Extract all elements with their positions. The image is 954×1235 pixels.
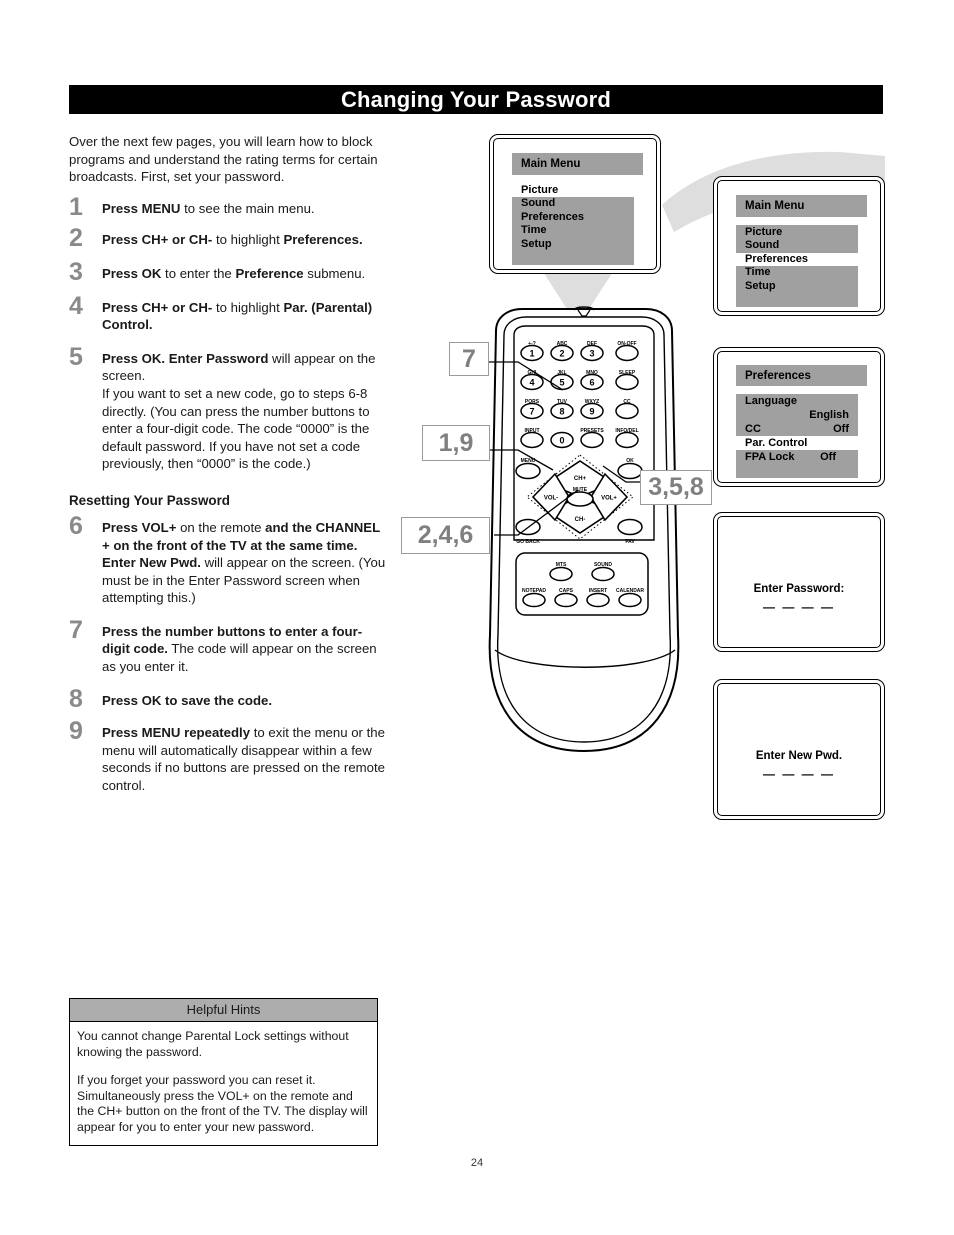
step-2: 2 Press CH+ or CH- to highlight Preferen…	[69, 226, 387, 251]
osd-item-time[interactable]: Time	[736, 266, 858, 279]
hint-paragraph-2: If you forget your password you can rese…	[77, 1073, 368, 1134]
osd-item-picture[interactable]: Picture	[736, 226, 858, 239]
step-text: Press CH+ or CH- to highlight Par. (Pare…	[102, 299, 373, 333]
enter-password-prompt: Enter Password:	[753, 583, 845, 595]
osd-title-main-menu: Main Menu	[736, 195, 867, 217]
tv-screen-area: Enter Password: — — — —	[722, 521, 876, 643]
callout-3-5-8: 3,5,8	[640, 470, 712, 505]
helpful-hints-box: Helpful Hints You cannot change Parental…	[69, 998, 378, 1146]
step-5: 5 Press OK. Enter Password will appear o…	[69, 344, 387, 473]
step-text: Press OK to enter the Preference submenu…	[102, 265, 366, 281]
step-7: 7 Press the number buttons to enter a fo…	[69, 617, 387, 676]
step-number: 4	[69, 291, 83, 320]
tv-screen-preferences: Preferences Language English CC Off Par.…	[713, 347, 885, 487]
step-9: 9 Press MENU repeatedly to exit the menu…	[69, 719, 387, 794]
step-text: Press CH+ or CH- to highlight Preference…	[102, 232, 363, 248]
step-number: 6	[69, 511, 83, 540]
step-number: 2	[69, 224, 83, 253]
osd-title-preferences: Preferences	[736, 365, 867, 386]
instructions-column: Over the next few pages, you will learn …	[69, 133, 387, 809]
osd-item-time[interactable]: Time	[512, 224, 634, 237]
step-number: 1	[69, 192, 83, 221]
step-number: 7	[69, 615, 83, 644]
resetting-password-heading: Resetting Your Password	[69, 492, 230, 508]
step-text: Press OK to save the code.	[102, 692, 273, 708]
hint-paragraph-1: You cannot change Parental Lock settings…	[77, 1029, 349, 1059]
helpful-hints-body: You cannot change Parental Lock settings…	[70, 1022, 377, 1145]
tv-screen-enter-new-pwd: Enter New Pwd. — — — —	[713, 679, 885, 820]
osd-settings-list: Language English CC Off Par. Control FPA…	[736, 394, 858, 464]
step-8: 8 Press OK to save the code.	[69, 686, 387, 711]
step-text: Press OK. Enter Password will appear on …	[102, 350, 376, 472]
osd-menu-list: Picture Sound Preferences Time Setup	[512, 184, 634, 251]
callout-7: 7	[449, 342, 489, 376]
step-1: 1 Press MENU to see the main menu.	[69, 194, 387, 219]
osd-row-language[interactable]: Language	[736, 394, 858, 408]
step-number: 3	[69, 257, 83, 286]
enter-new-pwd-prompt: Enter New Pwd.	[755, 750, 843, 762]
page-title-bar: Changing Your Password	[69, 85, 883, 114]
osd-item-preferences[interactable]: Preferences	[512, 211, 634, 224]
enter-password-dashes: — — — —	[762, 600, 835, 614]
step-text: Press the number buttons to enter a four…	[102, 623, 377, 675]
step-number: 5	[69, 342, 83, 371]
osd-item-setup[interactable]: Setup	[736, 280, 858, 293]
osd-item-sound[interactable]: Sound	[512, 197, 634, 210]
callout-1-9: 1,9	[422, 425, 490, 461]
remote-lower-panel: MTS SOUND NOTEPAD CAPS INSERT CALENDAR	[515, 552, 649, 616]
step-number: 8	[69, 684, 83, 713]
osd-item-sound[interactable]: Sound	[736, 239, 858, 252]
osd-item-setup[interactable]: Setup	[512, 238, 634, 251]
step-text: Press MENU to see the main menu.	[102, 200, 315, 216]
tv-screen-main-menu-2: Main Menu Picture Sound Preferences Time…	[713, 176, 885, 316]
remote-key-insert: INSERT	[586, 588, 610, 608]
tv-screen-area: Preferences Language English CC Off Par.…	[722, 356, 876, 478]
tv-screen-enter-password: Enter Password: — — — —	[713, 512, 885, 652]
osd-row-fpa-lock[interactable]: FPA Lock Off	[736, 450, 858, 464]
intro-paragraph: Over the next few pages, you will learn …	[69, 134, 378, 185]
tv-screen-area: Main Menu Picture Sound Preferences Time…	[498, 143, 652, 265]
step-number: 9	[69, 717, 83, 746]
tv-screen-area: Enter New Pwd. — — — —	[722, 688, 876, 811]
osd-title-main-menu: Main Menu	[512, 153, 643, 175]
osd-row-par-control[interactable]: Par. Control	[736, 436, 858, 450]
osd-row-cc[interactable]: CC Off	[736, 422, 858, 436]
osd-item-picture[interactable]: Picture	[512, 184, 634, 198]
osd-item-preferences[interactable]: Preferences	[736, 252, 858, 267]
step-text: Press VOL+ on the remote and the CHANNEL…	[102, 519, 386, 606]
step-6: 6 Press VOL+ on the remote and the CHANN…	[69, 513, 387, 607]
helpful-hints-header: Helpful Hints	[70, 999, 377, 1022]
remote-key-calendar: CALENDAR	[616, 588, 644, 608]
enter-new-pwd-dashes: — — — —	[762, 767, 835, 781]
step-4: 4 Press CH+ or CH- to highlight Par. (Pa…	[69, 293, 387, 334]
step-text: Press MENU repeatedly to exit the menu o…	[102, 725, 385, 794]
osd-menu-list: Picture Sound Preferences Time Setup	[736, 226, 858, 293]
tv-screen-main-menu-1: Main Menu Picture Sound Preferences Time…	[489, 134, 661, 274]
manual-page: Changing Your Password Over the next few…	[0, 0, 954, 1235]
remote-key-notepad: NOTEPAD	[522, 588, 546, 608]
step-3: 3 Press OK to enter the Preference subme…	[69, 259, 387, 284]
remote-key-sound: SOUND	[591, 562, 615, 582]
page-title: Changing Your Password	[340, 86, 612, 112]
osd-value-language: English	[809, 409, 849, 421]
callout-2-4-6: 2,4,6	[401, 517, 490, 554]
tv-screen-area: Main Menu Picture Sound Preferences Time…	[722, 185, 876, 307]
page-number: 24	[470, 1157, 484, 1169]
